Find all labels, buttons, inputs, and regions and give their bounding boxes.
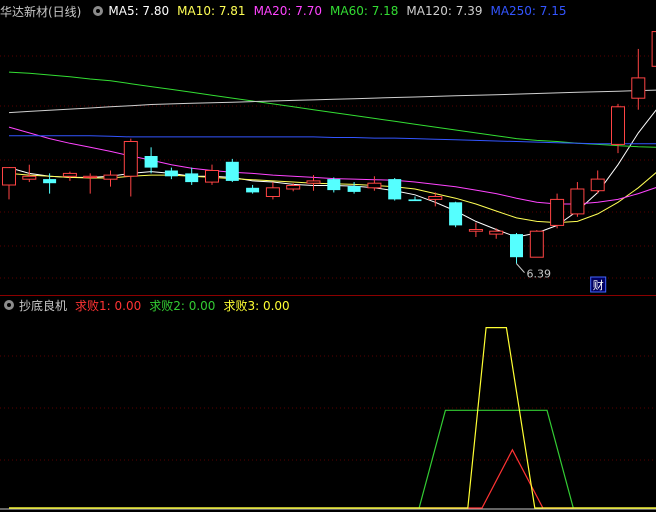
candle-body	[265, 187, 280, 198]
indicator-line	[9, 327, 656, 509]
ma-line-ma120	[8, 89, 656, 114]
candle	[651, 31, 656, 67]
candle	[529, 230, 544, 258]
candle	[22, 164, 37, 183]
candle-body	[489, 230, 504, 235]
candle-body	[246, 187, 260, 193]
candle-body	[651, 31, 656, 67]
candle	[468, 222, 483, 238]
candle-body	[550, 198, 565, 226]
candle	[449, 201, 463, 228]
candle-body	[144, 156, 158, 168]
candle	[144, 147, 158, 174]
candle-body	[347, 186, 361, 192]
candle-body	[408, 199, 422, 202]
candle	[225, 158, 239, 183]
candle-body	[43, 179, 57, 184]
ma-line-ma20	[8, 126, 656, 205]
candlestick-chart[interactable]: 6.39 财	[0, 0, 656, 294]
candle	[2, 167, 16, 200]
candle	[205, 164, 219, 185]
candle	[570, 182, 585, 217]
candle-body	[468, 229, 483, 232]
candle	[327, 177, 341, 193]
candle-body	[367, 182, 382, 189]
candle	[164, 167, 178, 180]
candle-body	[428, 196, 443, 200]
candle-body	[2, 167, 16, 186]
candle	[408, 196, 422, 202]
candle-body	[123, 141, 138, 177]
candle	[388, 177, 402, 201]
candle-body	[611, 106, 625, 145]
candle	[103, 170, 118, 187]
candle	[550, 193, 565, 229]
candle-body	[590, 178, 605, 192]
candle	[83, 173, 98, 194]
candle-body	[205, 170, 219, 183]
candle	[265, 182, 280, 200]
candle	[246, 184, 260, 194]
candle-body	[286, 185, 301, 190]
ma-line-ma250	[9, 135, 656, 145]
candle	[510, 232, 523, 264]
candle	[631, 48, 646, 110]
candle-body	[225, 161, 239, 181]
candle	[590, 170, 605, 194]
indicator-line	[9, 409, 656, 509]
candle-body	[631, 77, 646, 99]
candle	[62, 171, 77, 181]
candle-body	[570, 188, 585, 215]
candle-body	[306, 180, 321, 184]
candle-body	[62, 172, 77, 177]
indicator-chart[interactable]	[0, 296, 656, 512]
candle-body	[327, 179, 341, 191]
low-price-label: 6.39	[527, 268, 552, 281]
candle-body	[529, 230, 544, 258]
low-pointer	[516, 263, 525, 273]
candle-body	[185, 173, 199, 183]
candle	[489, 228, 504, 239]
candle-body	[164, 170, 178, 177]
candle-body	[22, 175, 37, 180]
candle-body	[388, 179, 402, 200]
candle	[123, 138, 138, 197]
candle-body	[510, 234, 523, 258]
candle-body	[103, 174, 118, 180]
candle-body	[83, 175, 98, 179]
indicator-line	[9, 448, 656, 509]
finance-marker-label: 财	[593, 278, 604, 292]
candle-body	[449, 202, 463, 226]
candle	[185, 167, 199, 185]
